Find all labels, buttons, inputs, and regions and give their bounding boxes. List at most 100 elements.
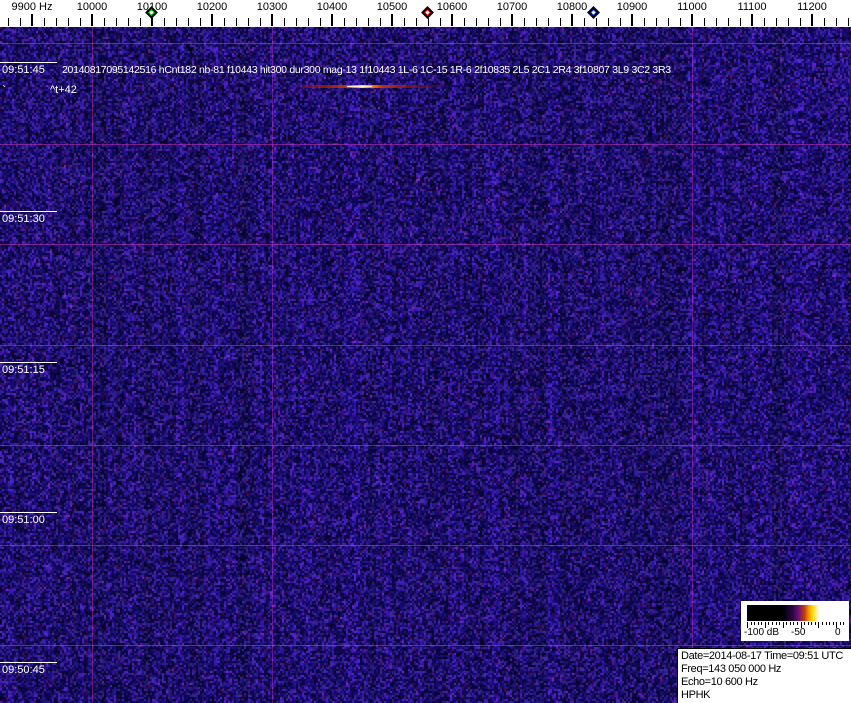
status-info-box: Date=2014-08-17 Time=09:51 UTC Freq=143 … xyxy=(677,648,851,703)
freq-axis-label: 10500 xyxy=(376,1,408,13)
major-tick xyxy=(91,14,93,26)
minor-tick xyxy=(404,18,405,26)
colorbar-tick xyxy=(757,622,759,625)
major-tick xyxy=(691,14,693,26)
minor-tick xyxy=(8,18,9,26)
major-tick xyxy=(211,14,213,26)
major-tick xyxy=(451,14,453,26)
time-label-text: 09:51:15 xyxy=(2,364,45,376)
spectrogram-waterfall[interactable] xyxy=(0,27,851,703)
minor-tick xyxy=(20,18,21,26)
time-label: 09:51:45 xyxy=(0,62,57,76)
colorbar-tick xyxy=(782,622,784,628)
colorbar-tick xyxy=(818,622,820,628)
trigger-offset-annotation: ^t+42 xyxy=(50,84,77,96)
freq-axis-label: 10300 xyxy=(256,1,288,13)
minor-tick xyxy=(176,18,177,26)
major-tick xyxy=(331,14,333,26)
minor-tick xyxy=(308,18,309,26)
minor-tick xyxy=(296,18,297,26)
minor-tick xyxy=(44,18,45,26)
marker-blue-core xyxy=(591,10,596,15)
minor-tick xyxy=(428,18,429,26)
minor-tick xyxy=(476,18,477,26)
db-colorbar-legend: -100 dB -50 0 xyxy=(741,601,849,641)
freq-axis-label: 10200 xyxy=(196,1,228,13)
colorbar-tick xyxy=(786,622,788,625)
colorbar-label: -100 dB xyxy=(744,627,780,638)
colorbar-tick xyxy=(750,622,752,625)
marker-red-diamond-icon[interactable] xyxy=(421,6,434,19)
horizontal-grid-line xyxy=(0,144,851,145)
minor-tick xyxy=(800,18,801,26)
minor-tick xyxy=(728,18,729,26)
colorbar-tick xyxy=(768,622,770,625)
major-tick xyxy=(511,14,513,26)
minor-tick xyxy=(656,18,657,26)
minor-tick xyxy=(524,18,525,26)
info-frequency: Freq=143 050 000 Hz xyxy=(681,663,782,675)
major-tick xyxy=(391,14,393,26)
freq-axis-label: 10900 xyxy=(616,1,648,13)
marker-blue-diamond-icon[interactable] xyxy=(587,6,600,19)
time-label-text: 09:51:45 xyxy=(2,64,45,76)
minor-tick xyxy=(824,18,825,26)
colorbar-tick xyxy=(821,622,823,625)
horizontal-grid-line xyxy=(0,43,851,44)
minor-tick xyxy=(704,18,705,26)
minor-tick xyxy=(716,18,717,26)
minor-tick xyxy=(596,18,597,26)
detection-header-text: 20140817095142516 hCnt182 nb-81 f10443 h… xyxy=(62,64,671,76)
minor-tick xyxy=(368,18,369,26)
time-label-text: 09:50:45 xyxy=(2,664,45,676)
minor-tick xyxy=(140,18,141,26)
minor-tick xyxy=(848,18,849,26)
time-label-text: 09:51:00 xyxy=(2,514,45,526)
left-edge-tick-glyph: ` xyxy=(2,83,6,97)
time-label: 09:51:30 xyxy=(0,211,57,225)
frequency-axis-ruler: 9900 Hz100001010010200103001040010500106… xyxy=(0,0,851,27)
horizontal-grid-line xyxy=(0,645,851,646)
major-tick xyxy=(571,14,573,26)
minor-tick xyxy=(224,18,225,26)
marker-red-core xyxy=(425,10,430,15)
colorbar-tick xyxy=(804,622,806,625)
freq-axis-label: 11200 xyxy=(797,1,827,13)
freq-axis-label: 10000 xyxy=(76,1,108,13)
minor-tick xyxy=(116,18,117,26)
minor-tick xyxy=(620,18,621,26)
freq-axis-label: 10400 xyxy=(316,1,348,13)
colorbar-tick xyxy=(796,622,798,625)
horizontal-grid-line xyxy=(0,345,851,346)
minor-tick xyxy=(788,18,789,26)
minor-tick xyxy=(584,18,585,26)
minor-tick xyxy=(104,18,105,26)
freq-axis-label: 10800 xyxy=(556,1,588,13)
minor-tick xyxy=(188,18,189,26)
minor-tick xyxy=(464,18,465,26)
major-tick xyxy=(31,14,33,26)
time-label: 09:51:00 xyxy=(0,512,57,526)
colorbar-tick xyxy=(839,622,841,625)
minor-tick xyxy=(764,18,765,26)
db-color-gradient xyxy=(747,605,846,621)
spectrogram-app-window: 9900 Hz100001010010200103001040010500106… xyxy=(0,0,851,703)
info-echo-frequency: Echo=10 600 Hz xyxy=(681,676,758,688)
minor-tick xyxy=(68,18,69,26)
colorbar-label: -50 xyxy=(791,627,806,638)
minor-tick xyxy=(548,18,549,26)
minor-tick xyxy=(608,18,609,26)
vertical-grid-line xyxy=(692,27,693,703)
minor-tick xyxy=(200,18,201,26)
major-tick xyxy=(751,14,753,26)
vertical-grid-line xyxy=(272,27,273,703)
vertical-grid-line xyxy=(92,27,93,703)
minor-tick xyxy=(320,18,321,26)
minor-tick xyxy=(56,18,57,26)
colorbar-tick xyxy=(825,622,827,625)
freq-axis-label: 10700 xyxy=(496,1,528,13)
major-tick xyxy=(811,14,813,26)
minor-tick xyxy=(440,18,441,26)
colorbar-tick xyxy=(789,622,791,625)
colorbar-tick xyxy=(843,622,845,625)
